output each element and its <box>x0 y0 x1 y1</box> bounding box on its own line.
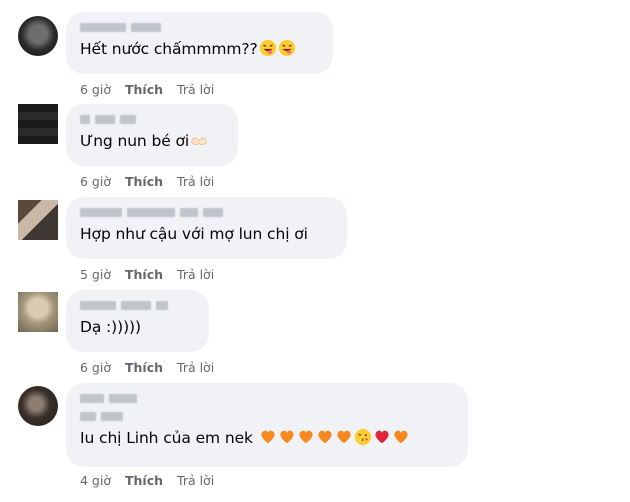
comment-actions: 6 giờ Thích Trả lời <box>80 172 214 190</box>
timestamp[interactable]: 5 giờ <box>80 267 111 282</box>
like-button[interactable]: Thích <box>125 267 163 282</box>
avatar[interactable] <box>18 104 58 144</box>
timestamp[interactable]: 4 giờ <box>80 473 111 488</box>
like-button[interactable]: Thích <box>125 82 163 97</box>
comment-text: Dạ :))))) <box>80 318 141 336</box>
timestamp[interactable]: 6 giờ <box>80 360 111 375</box>
comment-actions: 4 giờ Thích Trả lời <box>80 471 214 489</box>
comment-bubble: Hợp như cậu với mợ lun chị ơi <box>66 197 347 259</box>
author-name-blurred[interactable] <box>80 112 224 126</box>
reply-button[interactable]: Trả lời <box>177 473 214 488</box>
reply-button[interactable]: Trả lời <box>177 82 214 97</box>
orange-heart-emoji-icon <box>318 430 332 444</box>
orange-heart-emoji-icon <box>280 430 294 444</box>
orange-heart-emoji-icon <box>299 430 313 444</box>
comment-text: Hợp như cậu với mợ lun chị ơi <box>80 225 308 243</box>
comment-actions: 6 giờ Thích Trả lời <box>80 358 214 376</box>
reply-button[interactable]: Trả lời <box>177 267 214 282</box>
red-heart-emoji-icon <box>375 430 389 444</box>
tongue-wink-emoji-icon <box>259 39 276 57</box>
comment-text: Iu chị Linh của em nek <box>80 427 454 449</box>
comment-bubble: Ưng nun bé ơi <box>66 104 238 166</box>
like-button[interactable]: Thích <box>125 473 163 488</box>
like-button[interactable]: Thích <box>125 174 163 189</box>
author-subtitle-blurred <box>80 409 454 423</box>
tongue-wink-emoji-icon <box>278 39 295 57</box>
orange-heart-emoji-icon <box>261 430 275 444</box>
comment-text: Ưng nun bé ơi <box>80 130 224 152</box>
avatar[interactable] <box>18 292 58 332</box>
reply-button[interactable]: Trả lời <box>177 360 214 375</box>
avatar[interactable] <box>18 200 58 240</box>
author-name-blurred[interactable] <box>80 205 333 219</box>
reply-button[interactable]: Trả lời <box>177 174 214 189</box>
comment-bubble: Dạ :))))) <box>66 290 209 352</box>
comment-actions: 5 giờ Thích Trả lời <box>80 265 214 283</box>
timestamp[interactable]: 6 giờ <box>80 82 111 97</box>
timestamp[interactable]: 6 giờ <box>80 174 111 189</box>
author-name-blurred[interactable] <box>80 298 195 312</box>
heart-hands-emoji-icon <box>191 137 207 146</box>
comment-actions: 6 giờ Thích Trả lời <box>80 80 214 98</box>
comment-text: Hết nước chấmmmm?? <box>80 38 319 60</box>
orange-heart-emoji-icon <box>337 430 351 444</box>
kissing-emoji-icon <box>354 428 371 446</box>
comment-bubble: Iu chị Linh của em nek <box>66 383 468 467</box>
avatar[interactable] <box>18 16 58 56</box>
comment-bubble: Hết nước chấmmmm?? <box>66 12 333 74</box>
avatar[interactable] <box>18 386 58 426</box>
author-name-blurred[interactable] <box>80 391 454 405</box>
like-button[interactable]: Thích <box>125 360 163 375</box>
author-name-blurred[interactable] <box>80 20 319 34</box>
orange-heart-emoji-icon <box>394 430 408 444</box>
